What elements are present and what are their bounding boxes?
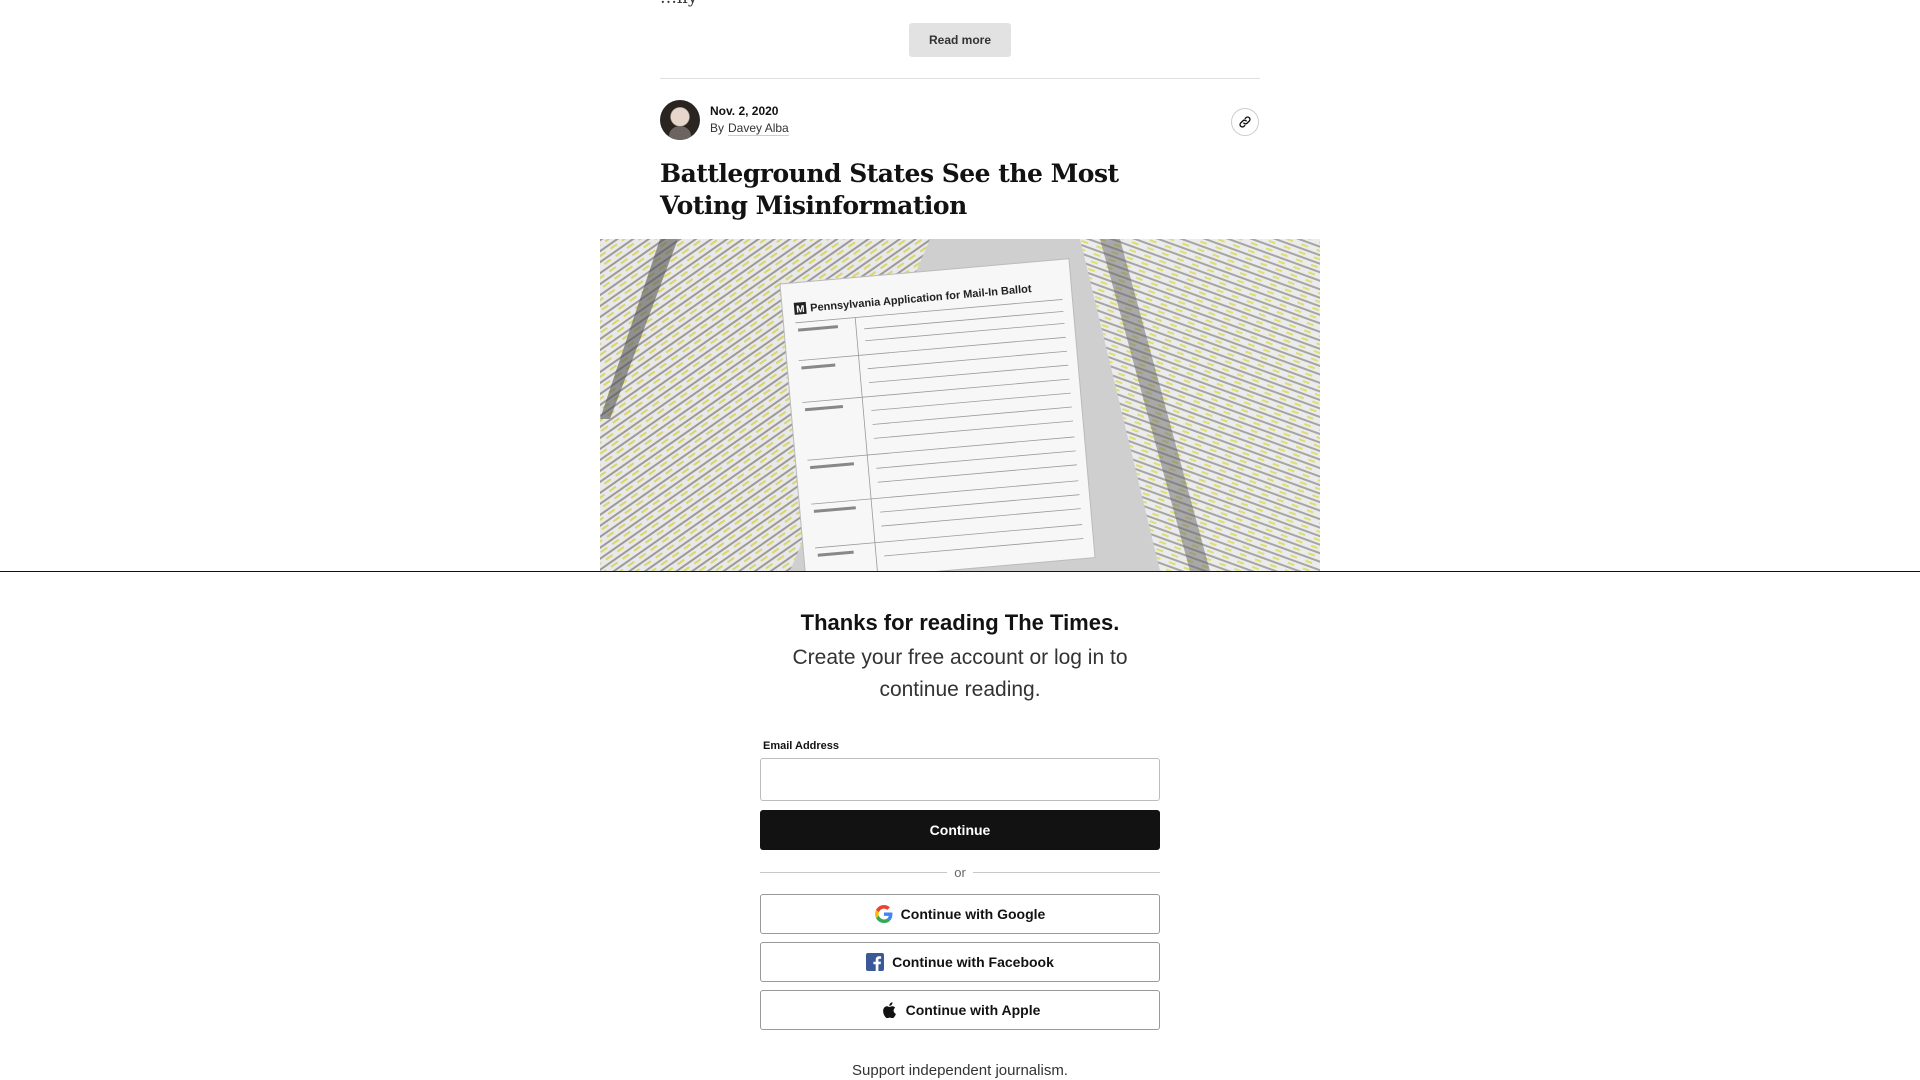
- email-label: Email Address: [763, 740, 840, 752]
- facebook-logo-icon: [866, 953, 885, 971]
- article-date: Nov. 2, 2020: [710, 104, 779, 118]
- email-field[interactable]: [760, 758, 1160, 801]
- article-preview: …lly Read more Nov. 2, 2020 By Davey Alb…: [0, 0, 1920, 571]
- mail-in-ballot-photo: M Pennsylvania Application for Mail-In B…: [600, 239, 1320, 571]
- byline-prefix: By: [710, 121, 725, 135]
- author-link[interactable]: Davey Alba: [728, 121, 789, 136]
- registration-gate: Thanks for reading The Times. Create you…: [0, 571, 1920, 1080]
- continue-button[interactable]: Continue: [760, 810, 1160, 850]
- separator-line-right: [972, 871, 1160, 873]
- or-separator: or: [760, 864, 1160, 880]
- author-avatar: [660, 100, 700, 140]
- truncated-paragraph: …lly: [660, 0, 1260, 8]
- article-headline[interactable]: Battleground States See the Most Voting …: [660, 158, 1180, 222]
- apple-logo-icon: [880, 1001, 898, 1019]
- form-logo: M: [796, 304, 805, 316]
- support-journalism-text: Support independent journalism.: [852, 1062, 1068, 1079]
- separator-line-left: [760, 871, 948, 873]
- byline: By Davey Alba: [710, 121, 789, 136]
- gate-title: Thanks for reading The Times.: [800, 610, 1120, 635]
- google-logo-icon: [874, 905, 893, 923]
- or-label: or: [954, 864, 966, 880]
- read-more-button[interactable]: Read more: [909, 23, 1011, 57]
- google-button-label: Continue with Google: [900, 906, 1046, 922]
- continue-with-google-button[interactable]: Continue with Google: [760, 894, 1160, 934]
- continue-with-facebook-button[interactable]: Continue with Facebook: [760, 942, 1160, 982]
- gate-subtitle: Create your free account or log in to co…: [792, 646, 1128, 701]
- copy-link-button[interactable]: [1231, 108, 1259, 136]
- continue-with-apple-button[interactable]: Continue with Apple: [760, 990, 1160, 1030]
- article-photo: M Pennsylvania Application for Mail-In B…: [600, 239, 1320, 571]
- link-icon: [1239, 116, 1251, 128]
- facebook-button-label: Continue with Facebook: [892, 954, 1054, 970]
- divider: [660, 78, 1260, 79]
- apple-button-label: Continue with Apple: [905, 1002, 1041, 1018]
